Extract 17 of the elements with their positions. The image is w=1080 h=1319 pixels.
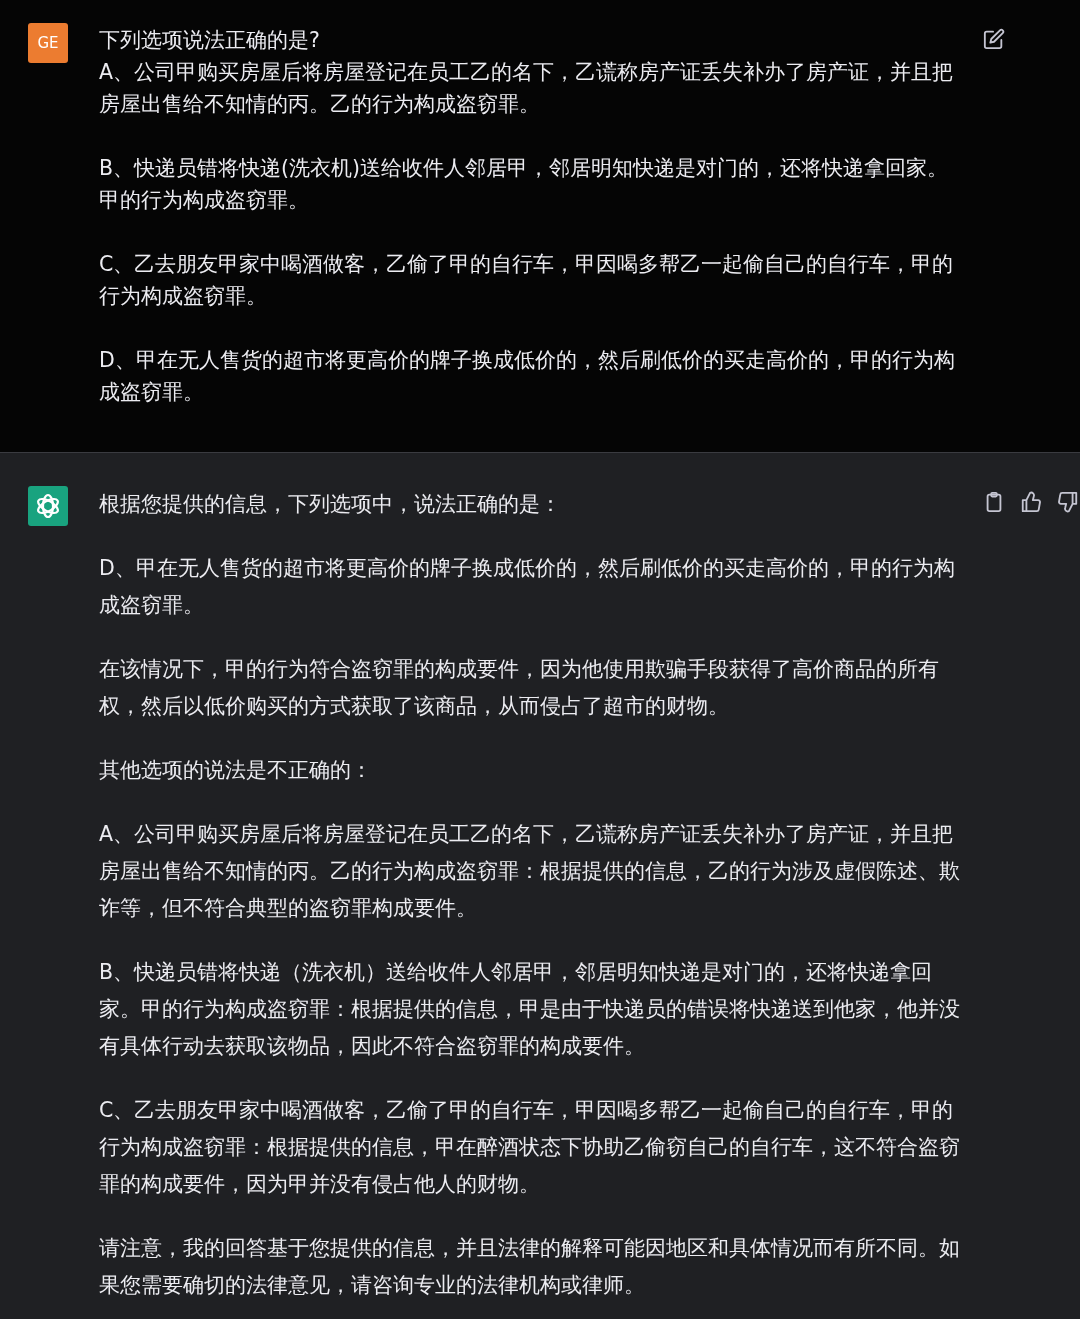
message-paragraph: C、乙去朋友甲家中喝酒做客，乙偷了甲的自行车，甲因喝多帮乙一起偷自己的自行车，甲的行为构成盗窃罪：根据提供的信息，甲在醉酒状态下协助乙偷窃自己的自行车，这不符合盗窃罪的构成要件，因为甲并没有侵占他人的财物。 — [99, 1097, 961, 1198]
thumbs-down-icon[interactable] — [1057, 491, 1079, 513]
message-paragraph: D、甲在无人售货的超市将更高价的牌子换成低价的，然后刷低价的买走高价的，甲的行为构成盗窃罪。 — [99, 555, 956, 619]
message-paragraph: A、公司甲购买房屋后将房屋登记在员工乙的名下，乙谎称房产证丢失补办了房产证，并且把房屋出售给不知情的丙。乙的行为构成盗窃罪：根据提供的信息，乙的行为涉及虚假陈述、欺诈等，但不符合典型的盗窃罪构成要件。 — [99, 821, 961, 922]
message-paragraph: 在该情况下，甲的行为符合盗窃罪的构成要件，因为他使用欺骗手段获得了高价商品的所有权，然后以低价购买的方式获取了该商品，从而侵占了超市的财物。 — [99, 656, 940, 720]
message-paragraph: 下列选项说法正确的是? A、公司甲购买房屋后将房屋登记在员工乙的名下，乙谎称房产证丢失补办了房产证，并且把房屋出售给不知情的丙。乙的行为构成盗窃罪。 — [99, 27, 955, 118]
message-paragraph: C、乙去朋友甲家中喝酒做客，乙偷了甲的自行车，甲因喝多帮乙一起偷自己的自行车，甲的行为构成盗窃罪。 — [99, 251, 955, 310]
message-paragraph: B、快递员错将快递(洗衣机)送给收件人邻居甲，邻居明知快递是对门的，还将快递拿回家。甲的行为构成盗窃罪。 — [99, 155, 950, 214]
message-paragraph: B、快递员错将快递（洗衣机）送给收件人邻居甲，邻居明知快递是对门的，还将快递拿回家。甲的行为构成盗窃罪：根据提供的信息，甲是由于快递员的错误将快递送到他家，他并没有具体行动去获取该物品，因此不符合盗窃罪的构成要件。 — [99, 959, 961, 1060]
message-paragraph: 其他选项的说法是不正确的： — [99, 757, 373, 784]
message-paragraph: D、甲在无人售货的超市将更高价的牌子换成低价的，然后刷低价的买走高价的，甲的行为构成盗窃罪。 — [99, 347, 956, 406]
thumbs-up-icon[interactable] — [1020, 491, 1042, 513]
assistant-logo-icon — [28, 486, 68, 526]
message-paragraph: 请注意，我的回答基于您提供的信息，并且法律的解释可能因地区和具体情况而有所不同。如果您需要确切的法律意见，请咨询专业的法律机构或律师。 — [99, 1235, 961, 1299]
user-avatar: GE — [28, 23, 68, 63]
message-paragraph: 根据您提供的信息，下列选项中，说法正确的是： — [99, 491, 562, 518]
edit-icon[interactable] — [983, 28, 1005, 50]
